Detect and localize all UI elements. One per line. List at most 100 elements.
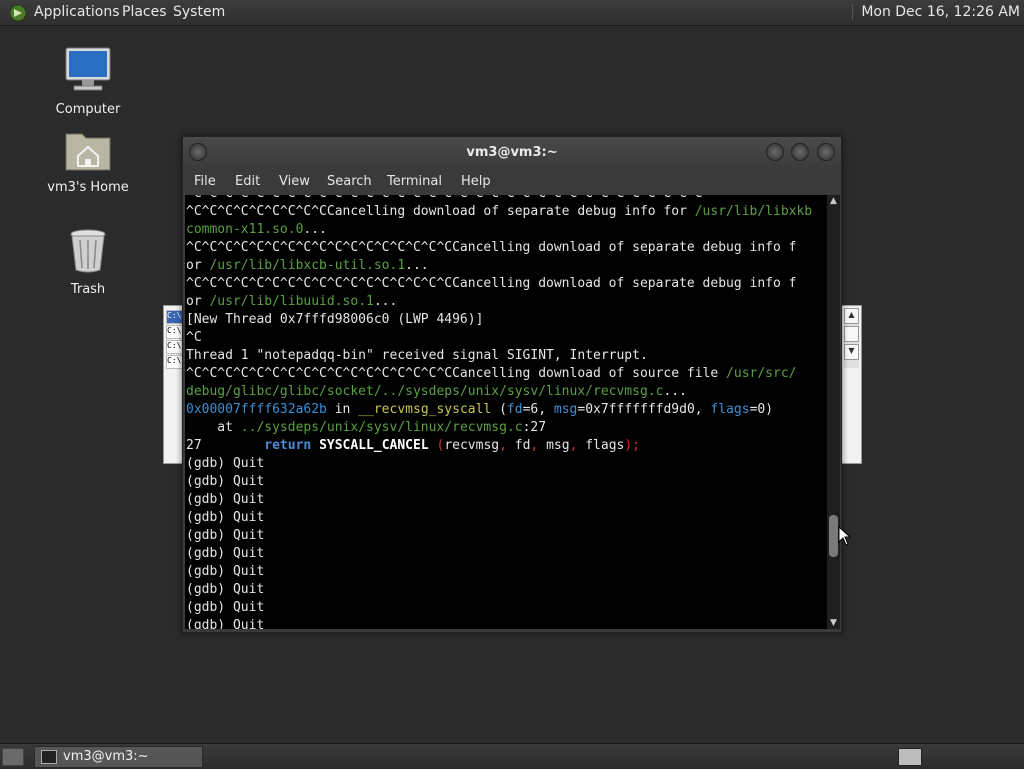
terminal-text: flags: [585, 438, 625, 453]
terminal-line: [New Thread 0x7fffd98006c0 (LWP 4496)]: [185, 311, 827, 329]
desktop-icon-label: Computer: [55, 102, 121, 117]
clock[interactable]: Mon Dec 16, 12:26 AM: [852, 4, 1020, 20]
terminal-text: =0x7fffffffd9d0,: [577, 402, 711, 417]
terminal-text: 0x00007ffff632a62b: [186, 402, 327, 417]
applications-menu-icon[interactable]: [9, 4, 27, 22]
terminal-line: (gdb) Quit: [185, 527, 827, 545]
terminal-line: ^C^C^C^C^C^C^C^C^C^C^C^C^C^C^C^C^CCancel…: [185, 365, 827, 383]
places-menu[interactable]: Places: [122, 4, 167, 20]
terminal-text: (gdb) Quit: [186, 564, 265, 579]
terminal-text: fd: [514, 438, 531, 453]
terminal-line: (gdb) Quit: [185, 509, 827, 527]
terminal-text: (gdb) Quit: [186, 510, 265, 525]
terminal-text: ,: [499, 438, 515, 453]
terminal-line: ^C^C^C^C^C^C^C^C^C^C^C^C^C^C^C^C^CCancel…: [185, 239, 827, 257]
applications-menu[interactable]: Applications: [34, 4, 120, 20]
terminal-line: ^C^C^C^C^C^C^C^C^CCancelling download of…: [185, 203, 827, 221]
terminal-text: or: [186, 294, 210, 309]
desktop-icon-computer[interactable]: Computer: [38, 46, 138, 117]
terminal-text: (: [428, 438, 445, 453]
terminal-line: Thread 1 "notepadqq-bin" received signal…: [185, 347, 827, 365]
terminal-text: common-x11.so.0: [186, 222, 304, 237]
menu-view[interactable]: View: [279, 174, 310, 189]
show-desktop-icon[interactable]: [2, 748, 24, 766]
terminal-text: or: [186, 258, 210, 273]
terminal-line: (gdb) Quit: [185, 545, 827, 563]
terminal-text: (gdb) Quit: [186, 456, 265, 471]
terminal-scrollbar[interactable]: ▲ ▼: [827, 195, 840, 629]
trash-icon: [70, 229, 106, 273]
menu-terminal[interactable]: Terminal: [387, 174, 442, 189]
terminal-titlebar[interactable]: vm3@vm3:~: [183, 137, 841, 169]
terminal-text: ...: [303, 222, 327, 237]
desktop-icon-label: vm3's Home: [47, 180, 129, 195]
terminal-text: =0): [749, 402, 774, 417]
terminal-text: ,: [569, 438, 586, 453]
terminal-text: ...: [663, 384, 687, 399]
close-icon[interactable]: [817, 143, 835, 161]
terminal-text: __recvmsg_syscall: [358, 402, 492, 417]
terminal-text: return: [264, 438, 312, 453]
minimize-icon[interactable]: [766, 143, 784, 161]
window-title: vm3@vm3:~: [466, 145, 558, 160]
terminal-text: Thread 1 "notepadqq-bin" received signal…: [186, 348, 648, 363]
scroll-down-icon[interactable]: ▼: [844, 344, 859, 360]
terminal-text: ^C^C^C^C^C^C^C^C^C^C^C^C^C^C^C^C^CCancel…: [186, 240, 797, 255]
desktop-icon-label: Trash: [70, 282, 106, 297]
terminal-text: ../sysdeps/unix/sysv/linux/recvmsg.c: [240, 420, 523, 435]
terminal-output[interactable]: ^C^C^C^C^C^C^C^C^C^C^C^C^C^C^C^C^C^C^C^C…: [185, 195, 827, 629]
terminal-text: ^C^C^C^C^C^C^C^C^C^C^C^C^C^C^C^C^CCancel…: [186, 366, 727, 381]
workspace-switcher[interactable]: [898, 748, 922, 766]
terminal-text: debug/glibc/glibc/socket/../sysdeps/unix…: [186, 384, 664, 399]
scroll-thumb[interactable]: [844, 326, 859, 342]
terminal-text: (gdb) Quit: [186, 492, 265, 507]
terminal-text: (gdb) Quit: [186, 474, 265, 489]
menu-edit[interactable]: Edit: [235, 174, 260, 189]
terminal-menubar: File Edit View Search Terminal Help: [183, 169, 841, 195]
terminal-text: flags: [710, 402, 750, 417]
scroll-up-icon[interactable]: ▲: [844, 308, 859, 324]
terminal-line: 27 return SYSCALL_CANCEL (recvmsg, fd, m…: [185, 437, 827, 455]
menu-file[interactable]: File: [194, 174, 216, 189]
menu-search[interactable]: Search: [327, 174, 372, 189]
terminal-text: (: [491, 402, 507, 417]
terminal-line: (gdb) Quit: [185, 599, 827, 617]
terminal-line: ^C^C^C^C^C^C^C^C^C^C^C^C^C^C^C^C^C^C^C^C…: [185, 195, 827, 203]
terminal-text: =6,: [522, 402, 554, 417]
scroll-down-icon[interactable]: ▼: [827, 617, 840, 629]
terminal-text: (gdb) Quit: [186, 546, 265, 561]
maximize-icon[interactable]: [791, 143, 809, 161]
terminal-text: /usr/lib/libxcb-util.so.1: [209, 258, 406, 273]
scroll-up-icon[interactable]: ▲: [827, 195, 840, 207]
terminal-icon: [41, 750, 57, 764]
terminal-line: (gdb) Quit: [185, 617, 827, 629]
taskbar-item-terminal[interactable]: vm3@vm3:~: [34, 746, 203, 768]
background-window-scrollbar[interactable]: ▲ ▼: [844, 308, 859, 368]
terminal-text: msg: [546, 438, 570, 453]
desktop-icon-trash[interactable]: Trash: [38, 228, 138, 297]
terminal-text: (gdb) Quit: [186, 582, 265, 597]
terminal-text: ^C^C^C^C^C^C^C^C^CCancelling download of…: [186, 204, 695, 219]
terminal-text: ,: [530, 438, 547, 453]
terminal-text: (gdb) Quit: [186, 618, 265, 629]
scroll-thumb[interactable]: [829, 515, 838, 557]
terminal-text: /usr/lib/libuuid.so.1: [209, 294, 374, 309]
terminal-text: /usr/lib/libxkb: [694, 204, 813, 219]
terminal-line: (gdb) Quit: [185, 563, 827, 581]
terminal-text: recvmsg: [444, 438, 500, 453]
terminal-text: (gdb) Quit: [186, 528, 265, 543]
mouse-pointer-icon: [838, 526, 852, 546]
menu-help[interactable]: Help: [461, 174, 491, 189]
home-folder-icon: [65, 133, 111, 171]
taskbar-item-label: vm3@vm3:~: [63, 749, 149, 764]
terminal-window[interactable]: vm3@vm3:~ File Edit View Search Terminal…: [182, 136, 842, 633]
system-menu[interactable]: System: [173, 4, 225, 20]
terminal-text: /usr/src/: [726, 366, 797, 381]
terminal-text: SYSCALL_CANCEL: [319, 438, 429, 453]
terminal-line: (gdb) Quit: [185, 455, 827, 473]
terminal-text: 27: [186, 438, 265, 453]
desktop-icon-home[interactable]: vm3's Home: [38, 128, 138, 195]
top-panel: Applications Places System Mon Dec 16, 1…: [0, 0, 1024, 26]
terminal-text: ^C^C^C^C^C^C^C^C^C^C^C^C^C^C^C^C^C^C^C^C…: [186, 195, 703, 201]
terminal-line: common-x11.so.0...: [185, 221, 827, 239]
